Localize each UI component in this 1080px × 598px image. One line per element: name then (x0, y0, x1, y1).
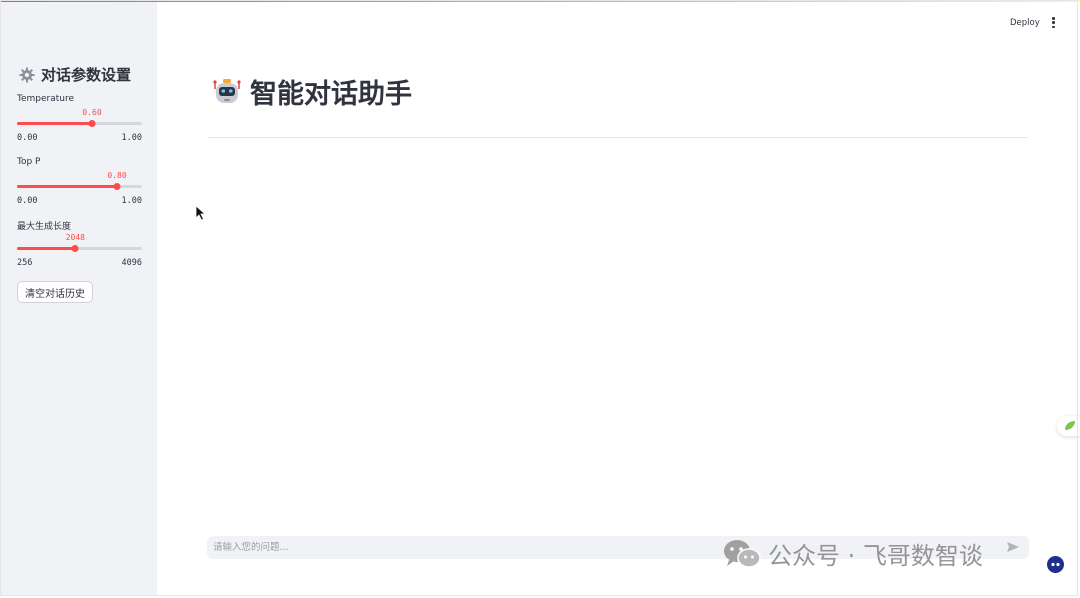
max-length-slider[interactable] (17, 245, 142, 252)
top-p-slider-thumb[interactable] (113, 183, 121, 190)
robot-icon (213, 78, 241, 103)
top-p-slider-group: Top P 0.80 0.00 1.00 (17, 157, 142, 207)
sidebar: 对话参数设置 Temperature 0.60 0.00 1.00 Top P … (0, 2, 157, 596)
send-icon[interactable] (1006, 541, 1020, 553)
page-title-text: 智能对话助手 (250, 79, 412, 110)
main-menu-icon[interactable] (1052, 17, 1055, 28)
top-p-max: 1.00 (121, 196, 142, 206)
top-decoration-bar (0, 0, 1080, 2)
watermark: 公众号 · 飞哥数智谈 (722, 536, 983, 571)
temperature-max: 1.00 (121, 133, 142, 143)
window-frame (0, 0, 1078, 596)
top-p-min: 0.00 (17, 196, 38, 206)
max-length-value: 2048 (65, 233, 85, 242)
clear-history-button[interactable]: 清空对话历史 (17, 281, 93, 303)
watermark-text: 公众号 · 飞哥数智谈 (768, 542, 983, 570)
gear-icon (19, 67, 35, 82)
temperature-slider-thumb[interactable] (88, 120, 96, 127)
wechat-icon (724, 539, 761, 568)
temperature-slider-group: Temperature 0.60 0.00 1.00 (17, 94, 142, 144)
deploy-button[interactable]: Deploy (1010, 18, 1040, 28)
assistant-badge-icon[interactable] (1047, 556, 1064, 573)
max-length-min: 256 (17, 258, 33, 268)
max-length-max: 4096 (121, 258, 142, 268)
leaf-icon (1065, 421, 1075, 430)
temperature-min: 0.00 (17, 133, 38, 143)
max-length-slider-thumb[interactable] (71, 245, 79, 252)
mouse-cursor-icon (195, 205, 207, 221)
top-p-label: Top P (17, 157, 41, 167)
top-p-value: 0.80 (107, 171, 127, 180)
title-divider (208, 137, 1028, 138)
temperature-label: Temperature (17, 94, 75, 104)
side-widget-tab[interactable] (1057, 416, 1080, 436)
temperature-value: 0.60 (82, 108, 102, 117)
top-p-slider[interactable] (17, 183, 142, 190)
temperature-slider[interactable] (17, 120, 142, 127)
max-length-slider-group: 最大生成长度 2048 256 4096 (17, 219, 142, 269)
max-length-label: 最大生成长度 (17, 222, 72, 232)
sidebar-title: 对话参数设置 (19, 64, 131, 85)
sidebar-title-text: 对话参数设置 (41, 66, 132, 84)
page-title: 智能对话助手 (212, 72, 412, 111)
